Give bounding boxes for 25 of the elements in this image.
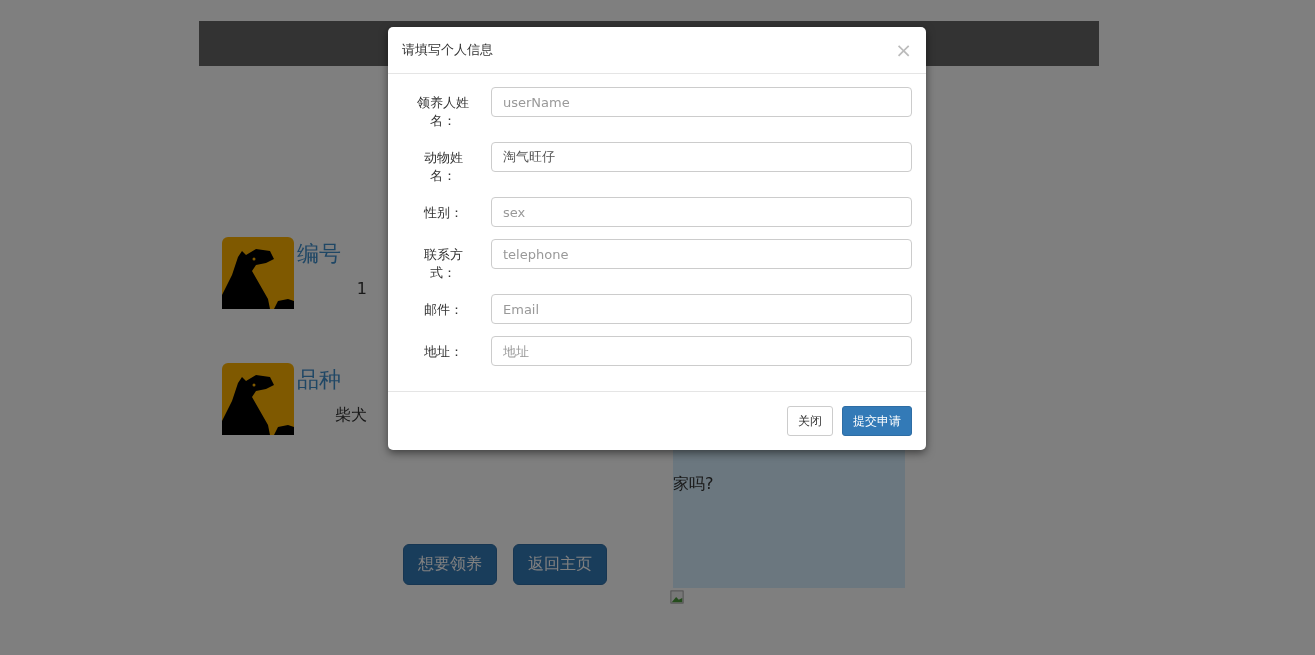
input-field[interactable]: Email: [491, 294, 912, 324]
detail-title: 品种: [297, 366, 342, 394]
input-field[interactable]: userName: [491, 87, 912, 117]
input-field[interactable]: sex: [491, 197, 912, 227]
input-field[interactable]: telephone: [491, 239, 912, 269]
field-label: 联系方式：: [422, 246, 464, 282]
detail-value: 1: [355, 279, 367, 298]
field-label: 性别：: [422, 204, 464, 222]
field-label: 动物姓名：: [422, 149, 464, 185]
input-field[interactable]: 淘气旺仔: [491, 142, 912, 172]
field-label: 地址：: [422, 343, 464, 361]
action-button[interactable]: 想要领养: [403, 544, 497, 585]
broken-image-icon: [670, 590, 684, 604]
detail-title: 编号: [297, 240, 342, 268]
action-button[interactable]: 返回主页: [513, 544, 607, 585]
dialog-title: 请填写个人信息: [402, 41, 493, 59]
dog-icon: [222, 237, 294, 309]
submit-button[interactable]: 提交申请: [842, 406, 912, 436]
field-label: 邮件：: [422, 301, 464, 319]
detail-value: 柴犬: [334, 405, 367, 426]
close-button[interactable]: 关闭: [787, 406, 833, 436]
dog-icon: [222, 363, 294, 435]
field-label: 领养人姓名：: [416, 94, 470, 130]
input-field[interactable]: 地址: [491, 336, 912, 366]
info-text: 家吗?: [673, 474, 714, 495]
